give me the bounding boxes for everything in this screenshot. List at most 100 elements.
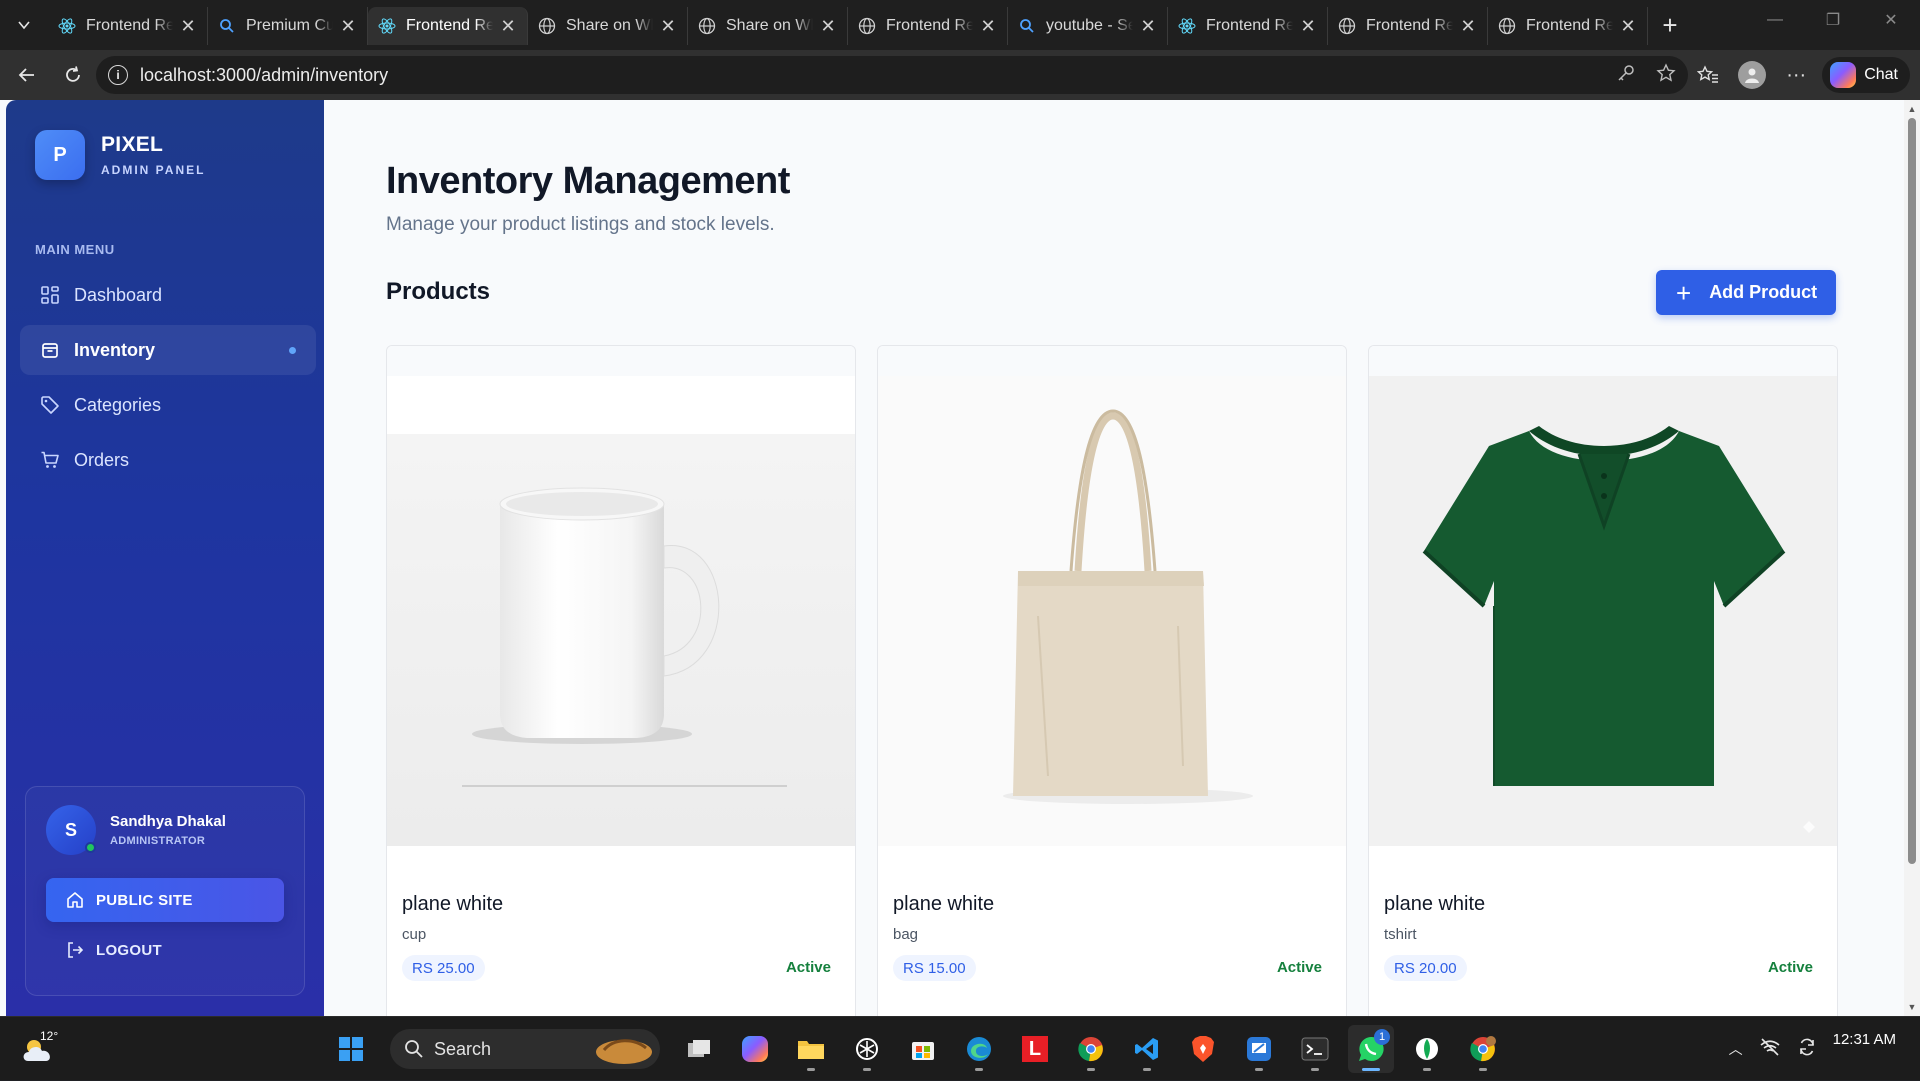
box-icon	[40, 340, 60, 360]
close-tab-icon[interactable]: ✕	[1459, 16, 1477, 37]
product-category: cup	[402, 926, 427, 943]
window-controls: — ❐ ✕	[1746, 0, 1920, 50]
scroll-down-arrow-icon[interactable]: ▼	[1907, 1002, 1917, 1012]
close-tab-icon[interactable]: ✕	[659, 16, 677, 37]
sidebar-item-orders[interactable]: Orders	[20, 435, 316, 485]
notification-badge: 1	[1374, 1029, 1390, 1045]
scroll-up-arrow-icon[interactable]: ▲	[1907, 104, 1917, 114]
close-tab-icon[interactable]: ✕	[1619, 16, 1637, 37]
brand[interactable]: P PIXEL ADMIN PANEL	[35, 130, 205, 180]
file-explorer-icon[interactable]	[788, 1025, 834, 1073]
minimize-icon[interactable]: —	[1746, 0, 1804, 40]
sidebar-item-label: Orders	[74, 449, 130, 470]
tab-title: Frontend React	[86, 17, 173, 34]
avatar[interactable]: S	[46, 805, 96, 855]
browser-tab[interactable]: Frontend React ✕	[48, 7, 208, 45]
copilot-chat-button[interactable]: Chat	[1822, 57, 1910, 93]
page-scrollbar[interactable]: ▲ ▼	[1904, 100, 1920, 1016]
copilot-app-icon[interactable]	[732, 1025, 778, 1073]
taskbar-search[interactable]: Search	[390, 1029, 660, 1069]
product-card[interactable]: plane white bag RS 15.00 Active	[877, 345, 1347, 1016]
chatgpt-icon[interactable]	[844, 1025, 890, 1073]
browser-tab[interactable]: Frontend React ✕	[1168, 7, 1328, 45]
close-tab-icon[interactable]: ✕	[499, 16, 517, 37]
start-windows-icon[interactable]	[328, 1025, 374, 1073]
close-tab-icon[interactable]: ✕	[179, 16, 197, 37]
close-tab-icon[interactable]: ✕	[819, 16, 837, 37]
copilot-icon	[1830, 62, 1857, 88]
logout-icon	[66, 941, 84, 959]
terminal-icon[interactable]	[1292, 1025, 1338, 1073]
close-tab-icon[interactable]: ✕	[339, 16, 357, 37]
globe-icon	[1338, 17, 1356, 35]
search-icon	[218, 17, 236, 35]
browser-tab[interactable]: Share on WhatsApp ✕	[688, 7, 848, 45]
globe-icon	[538, 17, 556, 35]
more-options-icon[interactable]: ···	[1778, 57, 1814, 93]
tab-title: Share on WhatsApp	[566, 17, 653, 34]
tote-bag-image	[878, 376, 1346, 846]
menu-section-label: MAIN MENU	[35, 242, 115, 257]
tab-title: Frontend React	[406, 17, 493, 34]
weather-widget[interactable]: 12°	[20, 1027, 64, 1071]
browser-tab[interactable]: Share on WhatsApp ✕	[528, 7, 688, 45]
close-tab-icon[interactable]: ✕	[979, 16, 997, 37]
brand-subtitle: ADMIN PANEL	[101, 163, 206, 177]
sidebar-item-label: Categories	[74, 394, 162, 415]
sidebar-item-inventory[interactable]: Inventory	[20, 325, 316, 375]
chrome-icon[interactable]	[1068, 1025, 1114, 1073]
browser-tab-active[interactable]: Frontend React ✕	[368, 7, 528, 45]
cart-icon	[40, 450, 60, 470]
tab-title: Frontend React	[1526, 17, 1613, 34]
mongodb-compass-icon[interactable]	[1404, 1025, 1450, 1073]
browser-tab[interactable]: Frontend React ✕	[848, 7, 1008, 45]
browser-tab[interactable]: Premium Custom ✕	[208, 7, 368, 45]
public-site-button[interactable]: PUBLIC SITE	[46, 878, 284, 922]
browser-toolbar: i localhost:3000/admin/inventory ··· Cha…	[0, 50, 1920, 100]
brave-icon[interactable]	[1180, 1025, 1226, 1073]
task-view-icon[interactable]	[676, 1025, 722, 1073]
chrome-profile-icon[interactable]	[1460, 1025, 1506, 1073]
favorites-icon[interactable]	[1690, 57, 1726, 93]
remote-desktop-icon[interactable]	[1236, 1025, 1282, 1073]
scrollbar-thumb[interactable]	[1908, 118, 1916, 864]
page-viewport: P PIXEL ADMIN PANEL MAIN MENU Dashboard …	[0, 100, 1920, 1016]
l-app-icon[interactable]: L	[1012, 1025, 1058, 1073]
sidebar-item-dashboard[interactable]: Dashboard	[20, 270, 316, 320]
profile-avatar-icon[interactable]	[1734, 57, 1770, 93]
product-name: plane white	[402, 893, 504, 915]
product-price-badge: RS 15.00	[893, 955, 976, 981]
edge-browser-icon[interactable]	[956, 1025, 1002, 1073]
favorite-star-icon[interactable]	[1656, 62, 1676, 88]
sync-icon[interactable]	[1797, 1037, 1817, 1062]
close-tab-icon[interactable]: ✕	[1299, 16, 1317, 37]
reload-icon[interactable]	[50, 55, 96, 95]
address-bar[interactable]: i localhost:3000/admin/inventory	[96, 56, 1688, 94]
tab-actions-chevron-icon[interactable]	[0, 0, 48, 50]
main-content: Inventory Management Manage your product…	[324, 100, 1904, 1016]
product-card[interactable]: plane white tshirt RS 20.00 Active	[1368, 345, 1838, 1016]
search-icon	[1018, 17, 1036, 35]
back-arrow-icon[interactable]	[4, 55, 50, 95]
sidebar-item-label: Inventory	[74, 339, 156, 360]
vscode-icon[interactable]	[1124, 1025, 1170, 1073]
add-product-button[interactable]: + Add Product	[1656, 270, 1836, 315]
sidebar-item-categories[interactable]: Categories	[20, 380, 316, 430]
browser-tab[interactable]: youtube - Search ✕	[1008, 7, 1168, 45]
logout-button[interactable]: LOGOUT	[66, 930, 162, 970]
new-tab-plus-icon[interactable]: +	[1648, 6, 1692, 44]
browser-tab[interactable]: Frontend React ✕	[1488, 7, 1648, 45]
whatsapp-icon[interactable]: 1	[1348, 1025, 1394, 1073]
site-info-icon[interactable]: i	[108, 65, 128, 85]
close-window-icon[interactable]: ✕	[1862, 0, 1920, 40]
close-tab-icon[interactable]: ✕	[1139, 16, 1157, 37]
restore-icon[interactable]: ❐	[1804, 0, 1862, 40]
microsoft-store-icon[interactable]	[900, 1025, 946, 1073]
taskbar: 12° Search L 1 ︿ 12:31 AM	[0, 1016, 1920, 1080]
key-icon[interactable]	[1616, 63, 1636, 88]
taskbar-clock[interactable]: 12:31 AM	[1833, 1030, 1896, 1050]
network-off-icon[interactable]	[1759, 1037, 1781, 1062]
product-card[interactable]: plane white cup RS 25.00 Active	[386, 345, 856, 1016]
show-hidden-icons-chevron-icon[interactable]: ︿	[1729, 1039, 1743, 1059]
browser-tab[interactable]: Frontend React ✕	[1328, 7, 1488, 45]
